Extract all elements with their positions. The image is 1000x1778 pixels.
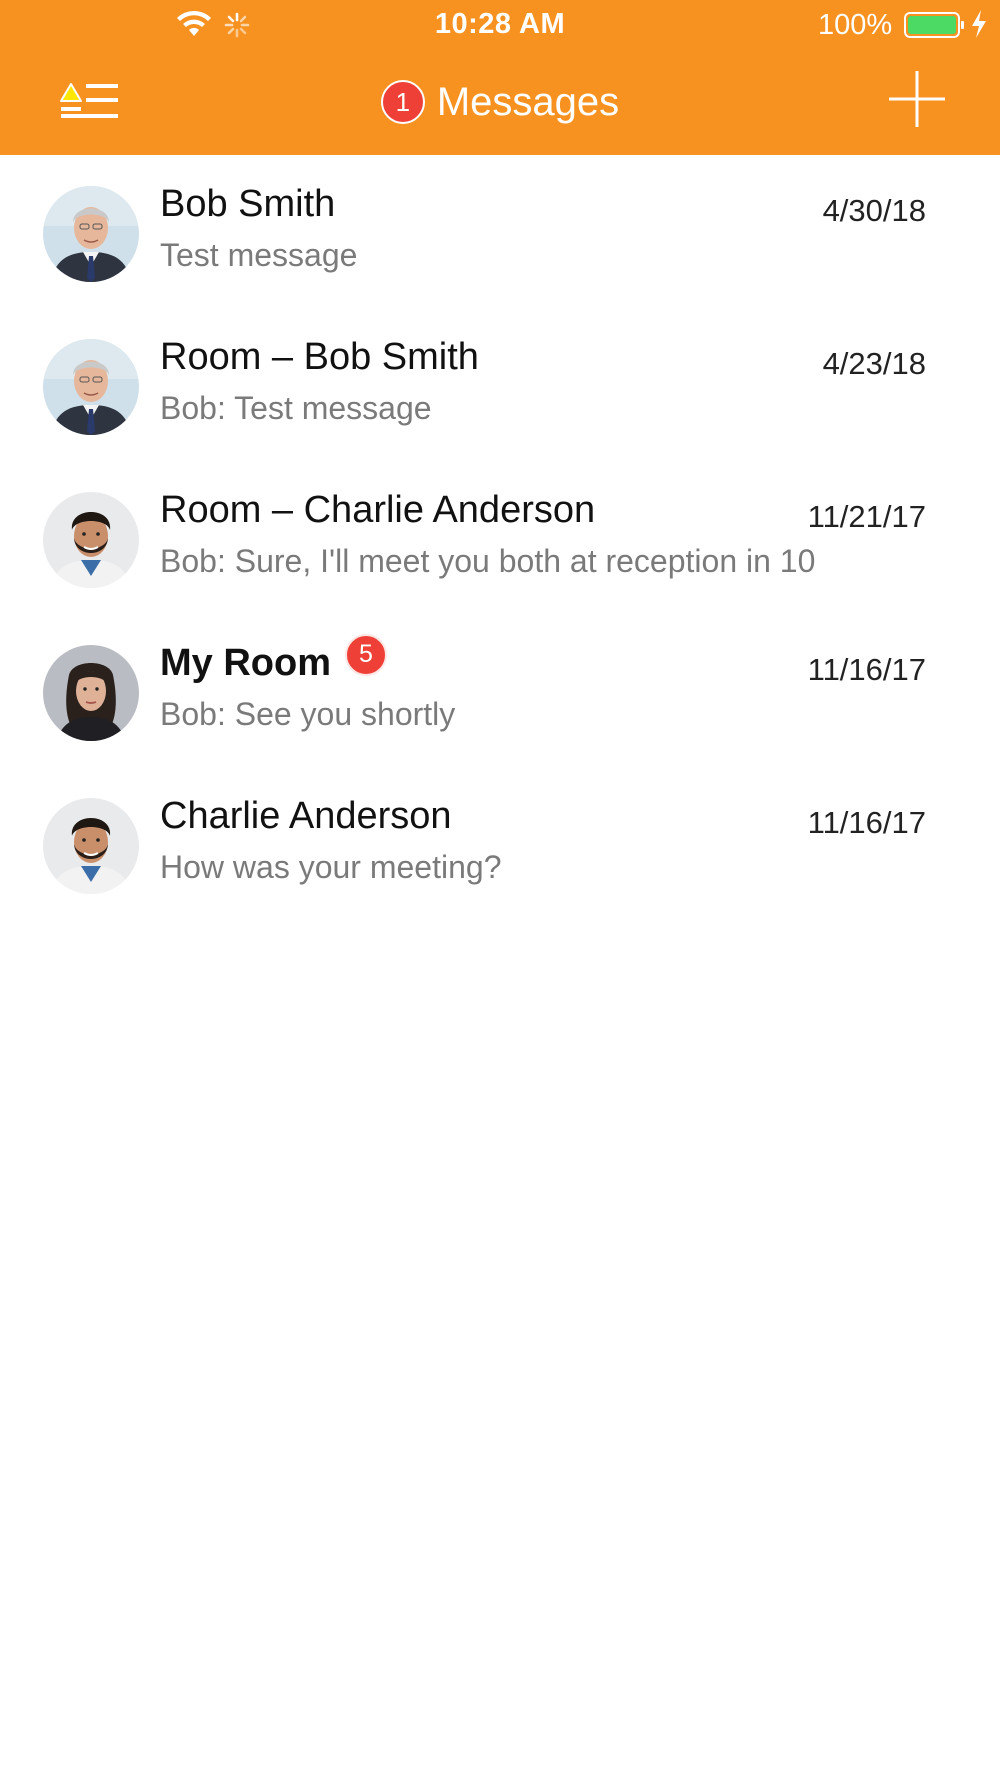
conversation-title: Room – Charlie Anderson xyxy=(160,489,595,532)
battery-icon xyxy=(904,12,964,38)
bolt-icon xyxy=(972,10,986,38)
conversation-title: Charlie Anderson xyxy=(160,795,452,838)
page-title: Messages xyxy=(436,79,620,124)
conversation-preview: Test message xyxy=(160,237,358,273)
avatar xyxy=(43,645,139,741)
conversation-title: Bob Smith xyxy=(160,183,335,226)
avatar xyxy=(43,339,139,435)
conversation-row[interactable]: Room – Charlie Anderson 11/21/17 Bob: Su… xyxy=(0,461,1000,614)
conversation-name: Charlie Anderson xyxy=(160,795,452,837)
status-bar: 10:28 AM 100% xyxy=(0,0,1000,50)
conversation-date: 11/16/17 xyxy=(807,805,926,840)
conversation-row[interactable]: Bob Smith 4/30/18 Test message xyxy=(0,155,1000,308)
conversation-name: My Room xyxy=(160,642,331,684)
header-title: 1 Messages xyxy=(0,78,1000,126)
conversation-preview: Bob: Sure, I'll meet you both at recepti… xyxy=(160,543,816,579)
conversation-row[interactable]: Room – Bob Smith 4/23/18 Bob: Test messa… xyxy=(0,308,1000,461)
conversation-preview: Bob: Test message xyxy=(160,390,432,426)
avatar xyxy=(43,492,139,588)
conversation-row[interactable]: My Room 5 11/16/17 Bob: See you shortly xyxy=(0,614,1000,767)
conversation-date: 11/16/17 xyxy=(807,652,926,687)
app-header: 10:28 AM 100% 1 Messages xyxy=(0,0,1000,155)
plus-icon[interactable] xyxy=(888,70,946,128)
conversation-preview: Bob: See you shortly xyxy=(160,696,456,732)
conversation-name: Room – Charlie Anderson xyxy=(160,489,596,531)
conversation-row[interactable]: Charlie Anderson 11/16/17 How was your m… xyxy=(0,767,1000,920)
conversation-date: 11/21/17 xyxy=(807,499,926,534)
header-badge: 1 xyxy=(380,80,425,124)
avatar xyxy=(43,798,139,894)
conversation-date: 4/30/18 xyxy=(822,193,926,228)
conversation-preview: How was your meeting? xyxy=(160,849,502,885)
battery-percent: 100% xyxy=(818,9,893,41)
conversation-title: Room – Bob Smith xyxy=(160,336,479,379)
conversation-name: Bob Smith xyxy=(160,183,336,225)
avatar xyxy=(43,186,139,282)
unread-badge: 5 xyxy=(345,633,387,676)
conversation-title: My Room 5 xyxy=(160,633,387,685)
conversation-name: Room – Bob Smith xyxy=(160,336,479,378)
conversation-date: 4/23/18 xyxy=(822,346,926,381)
conversation-list: Bob Smith 4/30/18 Test message Room – Bo… xyxy=(0,155,1000,920)
